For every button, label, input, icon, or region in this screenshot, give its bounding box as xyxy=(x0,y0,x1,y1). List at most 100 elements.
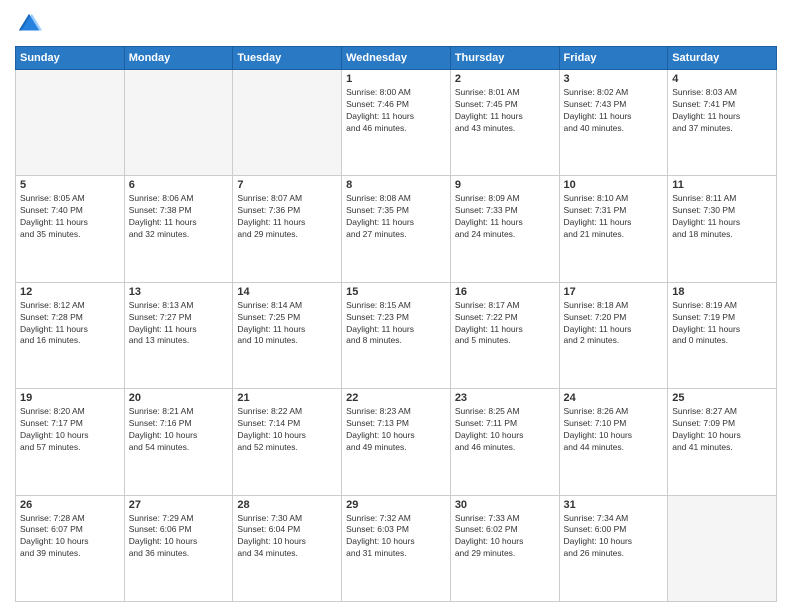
day-number: 26 xyxy=(20,499,120,511)
day-number: 6 xyxy=(129,179,229,191)
calendar-header-thursday: Thursday xyxy=(450,47,559,70)
day-info: Sunrise: 8:19 AM Sunset: 7:19 PM Dayligh… xyxy=(672,300,772,348)
day-info: Sunrise: 8:25 AM Sunset: 7:11 PM Dayligh… xyxy=(455,406,555,454)
calendar-week-3: 12 Sunrise: 8:12 AM Sunset: 7:28 PM Dayli… xyxy=(16,282,777,388)
day-info: Sunrise: 8:00 AM Sunset: 7:46 PM Dayligh… xyxy=(346,87,446,135)
calendar-cell: 3 Sunrise: 8:02 AM Sunset: 7:43 PM Daylig… xyxy=(559,70,668,176)
day-number: 28 xyxy=(237,499,337,511)
calendar-cell: 1 Sunrise: 8:00 AM Sunset: 7:46 PM Daylig… xyxy=(342,70,451,176)
day-info: Sunrise: 8:01 AM Sunset: 7:45 PM Dayligh… xyxy=(455,87,555,135)
day-info: Sunrise: 8:15 AM Sunset: 7:23 PM Dayligh… xyxy=(346,300,446,348)
day-number: 30 xyxy=(455,499,555,511)
day-number: 12 xyxy=(20,286,120,298)
day-info: Sunrise: 8:09 AM Sunset: 7:33 PM Dayligh… xyxy=(455,193,555,241)
calendar-cell: 28 Sunrise: 7:30 AM Sunset: 6:04 PM Dayli… xyxy=(233,495,342,601)
calendar-cell: 5 Sunrise: 8:05 AM Sunset: 7:40 PM Daylig… xyxy=(16,176,125,282)
calendar-cell: 27 Sunrise: 7:29 AM Sunset: 6:06 PM Dayli… xyxy=(124,495,233,601)
calendar-cell: 20Sunrise: 8:21 AM Sunset: 7:16 PM Dayli… xyxy=(124,389,233,495)
calendar-header-row: SundayMondayTuesdayWednesdayThursdayFrid… xyxy=(16,47,777,70)
day-info: Sunrise: 7:30 AM Sunset: 6:04 PM Dayligh… xyxy=(237,513,337,561)
day-info: Sunrise: 8:05 AM Sunset: 7:40 PM Dayligh… xyxy=(20,193,120,241)
day-number: 27 xyxy=(129,499,229,511)
calendar-cell: 19 Sunrise: 8:20 AM Sunset: 7:17 PM Dayli… xyxy=(16,389,125,495)
calendar-cell: 21 Sunrise: 8:22 AM Sunset: 7:14 PM Dayli… xyxy=(233,389,342,495)
calendar-cell: 7 Sunrise: 8:07 AM Sunset: 7:36 PM Daylig… xyxy=(233,176,342,282)
day-info: Sunrise: 8:07 AM Sunset: 7:36 PM Dayligh… xyxy=(237,193,337,241)
logo-icon xyxy=(15,10,43,38)
header xyxy=(15,10,777,38)
day-number: 4 xyxy=(672,73,772,85)
calendar-cell: 8Sunrise: 8:08 AM Sunset: 7:35 PM Daylig… xyxy=(342,176,451,282)
day-info: Sunrise: 7:29 AM Sunset: 6:06 PM Dayligh… xyxy=(129,513,229,561)
calendar-header-wednesday: Wednesday xyxy=(342,47,451,70)
calendar-cell: 10Sunrise: 8:10 AM Sunset: 7:31 PM Dayli… xyxy=(559,176,668,282)
day-number: 22 xyxy=(346,392,446,404)
day-info: Sunrise: 8:23 AM Sunset: 7:13 PM Dayligh… xyxy=(346,406,446,454)
day-info: Sunrise: 7:28 AM Sunset: 6:07 PM Dayligh… xyxy=(20,513,120,561)
day-number: 3 xyxy=(564,73,664,85)
calendar-week-5: 26 Sunrise: 7:28 AM Sunset: 6:07 PM Dayli… xyxy=(16,495,777,601)
day-number: 11 xyxy=(672,179,772,191)
day-number: 9 xyxy=(455,179,555,191)
calendar-cell: 14 Sunrise: 8:14 AM Sunset: 7:25 PM Dayli… xyxy=(233,282,342,388)
calendar-cell: 9 Sunrise: 8:09 AM Sunset: 7:33 PM Daylig… xyxy=(450,176,559,282)
calendar-header-saturday: Saturday xyxy=(668,47,777,70)
day-info: Sunrise: 8:02 AM Sunset: 7:43 PM Dayligh… xyxy=(564,87,664,135)
calendar-cell: 23Sunrise: 8:25 AM Sunset: 7:11 PM Dayli… xyxy=(450,389,559,495)
day-info: Sunrise: 8:18 AM Sunset: 7:20 PM Dayligh… xyxy=(564,300,664,348)
day-number: 16 xyxy=(455,286,555,298)
day-info: Sunrise: 8:03 AM Sunset: 7:41 PM Dayligh… xyxy=(672,87,772,135)
calendar-header-tuesday: Tuesday xyxy=(233,47,342,70)
day-number: 25 xyxy=(672,392,772,404)
page: SundayMondayTuesdayWednesdayThursdayFrid… xyxy=(0,0,792,612)
day-number: 7 xyxy=(237,179,337,191)
day-number: 19 xyxy=(20,392,120,404)
day-info: Sunrise: 8:20 AM Sunset: 7:17 PM Dayligh… xyxy=(20,406,120,454)
day-number: 5 xyxy=(20,179,120,191)
calendar-table: SundayMondayTuesdayWednesdayThursdayFrid… xyxy=(15,46,777,602)
day-info: Sunrise: 8:10 AM Sunset: 7:31 PM Dayligh… xyxy=(564,193,664,241)
calendar-cell: 29 Sunrise: 7:32 AM Sunset: 6:03 PM Dayli… xyxy=(342,495,451,601)
calendar-cell: 2 Sunrise: 8:01 AM Sunset: 7:45 PM Daylig… xyxy=(450,70,559,176)
calendar-cell: 16 Sunrise: 8:17 AM Sunset: 7:22 PM Dayli… xyxy=(450,282,559,388)
day-info: Sunrise: 8:14 AM Sunset: 7:25 PM Dayligh… xyxy=(237,300,337,348)
calendar-cell: 24 Sunrise: 8:26 AM Sunset: 7:10 PM Dayli… xyxy=(559,389,668,495)
calendar-cell xyxy=(124,70,233,176)
calendar-week-1: 1 Sunrise: 8:00 AM Sunset: 7:46 PM Daylig… xyxy=(16,70,777,176)
calendar-header-sunday: Sunday xyxy=(16,47,125,70)
calendar-header-friday: Friday xyxy=(559,47,668,70)
calendar-cell xyxy=(233,70,342,176)
calendar-cell: 31Sunrise: 7:34 AM Sunset: 6:00 PM Dayli… xyxy=(559,495,668,601)
day-info: Sunrise: 8:08 AM Sunset: 7:35 PM Dayligh… xyxy=(346,193,446,241)
calendar-cell: 13Sunrise: 8:13 AM Sunset: 7:27 PM Dayli… xyxy=(124,282,233,388)
day-number: 18 xyxy=(672,286,772,298)
day-info: Sunrise: 8:17 AM Sunset: 7:22 PM Dayligh… xyxy=(455,300,555,348)
calendar-cell xyxy=(668,495,777,601)
day-number: 1 xyxy=(346,73,446,85)
day-number: 29 xyxy=(346,499,446,511)
calendar-cell: 12 Sunrise: 8:12 AM Sunset: 7:28 PM Dayli… xyxy=(16,282,125,388)
day-info: Sunrise: 8:11 AM Sunset: 7:30 PM Dayligh… xyxy=(672,193,772,241)
day-number: 14 xyxy=(237,286,337,298)
day-number: 21 xyxy=(237,392,337,404)
day-number: 24 xyxy=(564,392,664,404)
calendar-cell: 15Sunrise: 8:15 AM Sunset: 7:23 PM Dayli… xyxy=(342,282,451,388)
day-info: Sunrise: 7:33 AM Sunset: 6:02 PM Dayligh… xyxy=(455,513,555,561)
calendar-cell: 22 Sunrise: 8:23 AM Sunset: 7:13 PM Dayli… xyxy=(342,389,451,495)
calendar-cell xyxy=(16,70,125,176)
calendar-cell: 26 Sunrise: 7:28 AM Sunset: 6:07 PM Dayli… xyxy=(16,495,125,601)
calendar-header-monday: Monday xyxy=(124,47,233,70)
calendar-week-4: 19 Sunrise: 8:20 AM Sunset: 7:17 PM Dayli… xyxy=(16,389,777,495)
day-info: Sunrise: 8:27 AM Sunset: 7:09 PM Dayligh… xyxy=(672,406,772,454)
day-info: Sunrise: 8:26 AM Sunset: 7:10 PM Dayligh… xyxy=(564,406,664,454)
calendar-cell: 30 Sunrise: 7:33 AM Sunset: 6:02 PM Dayli… xyxy=(450,495,559,601)
calendar-cell: 18 Sunrise: 8:19 AM Sunset: 7:19 PM Dayli… xyxy=(668,282,777,388)
day-number: 17 xyxy=(564,286,664,298)
day-info: Sunrise: 8:12 AM Sunset: 7:28 PM Dayligh… xyxy=(20,300,120,348)
day-info: Sunrise: 7:32 AM Sunset: 6:03 PM Dayligh… xyxy=(346,513,446,561)
day-info: Sunrise: 8:13 AM Sunset: 7:27 PM Dayligh… xyxy=(129,300,229,348)
day-info: Sunrise: 8:22 AM Sunset: 7:14 PM Dayligh… xyxy=(237,406,337,454)
calendar-cell: 25 Sunrise: 8:27 AM Sunset: 7:09 PM Dayli… xyxy=(668,389,777,495)
day-number: 2 xyxy=(455,73,555,85)
day-info: Sunrise: 8:06 AM Sunset: 7:38 PM Dayligh… xyxy=(129,193,229,241)
